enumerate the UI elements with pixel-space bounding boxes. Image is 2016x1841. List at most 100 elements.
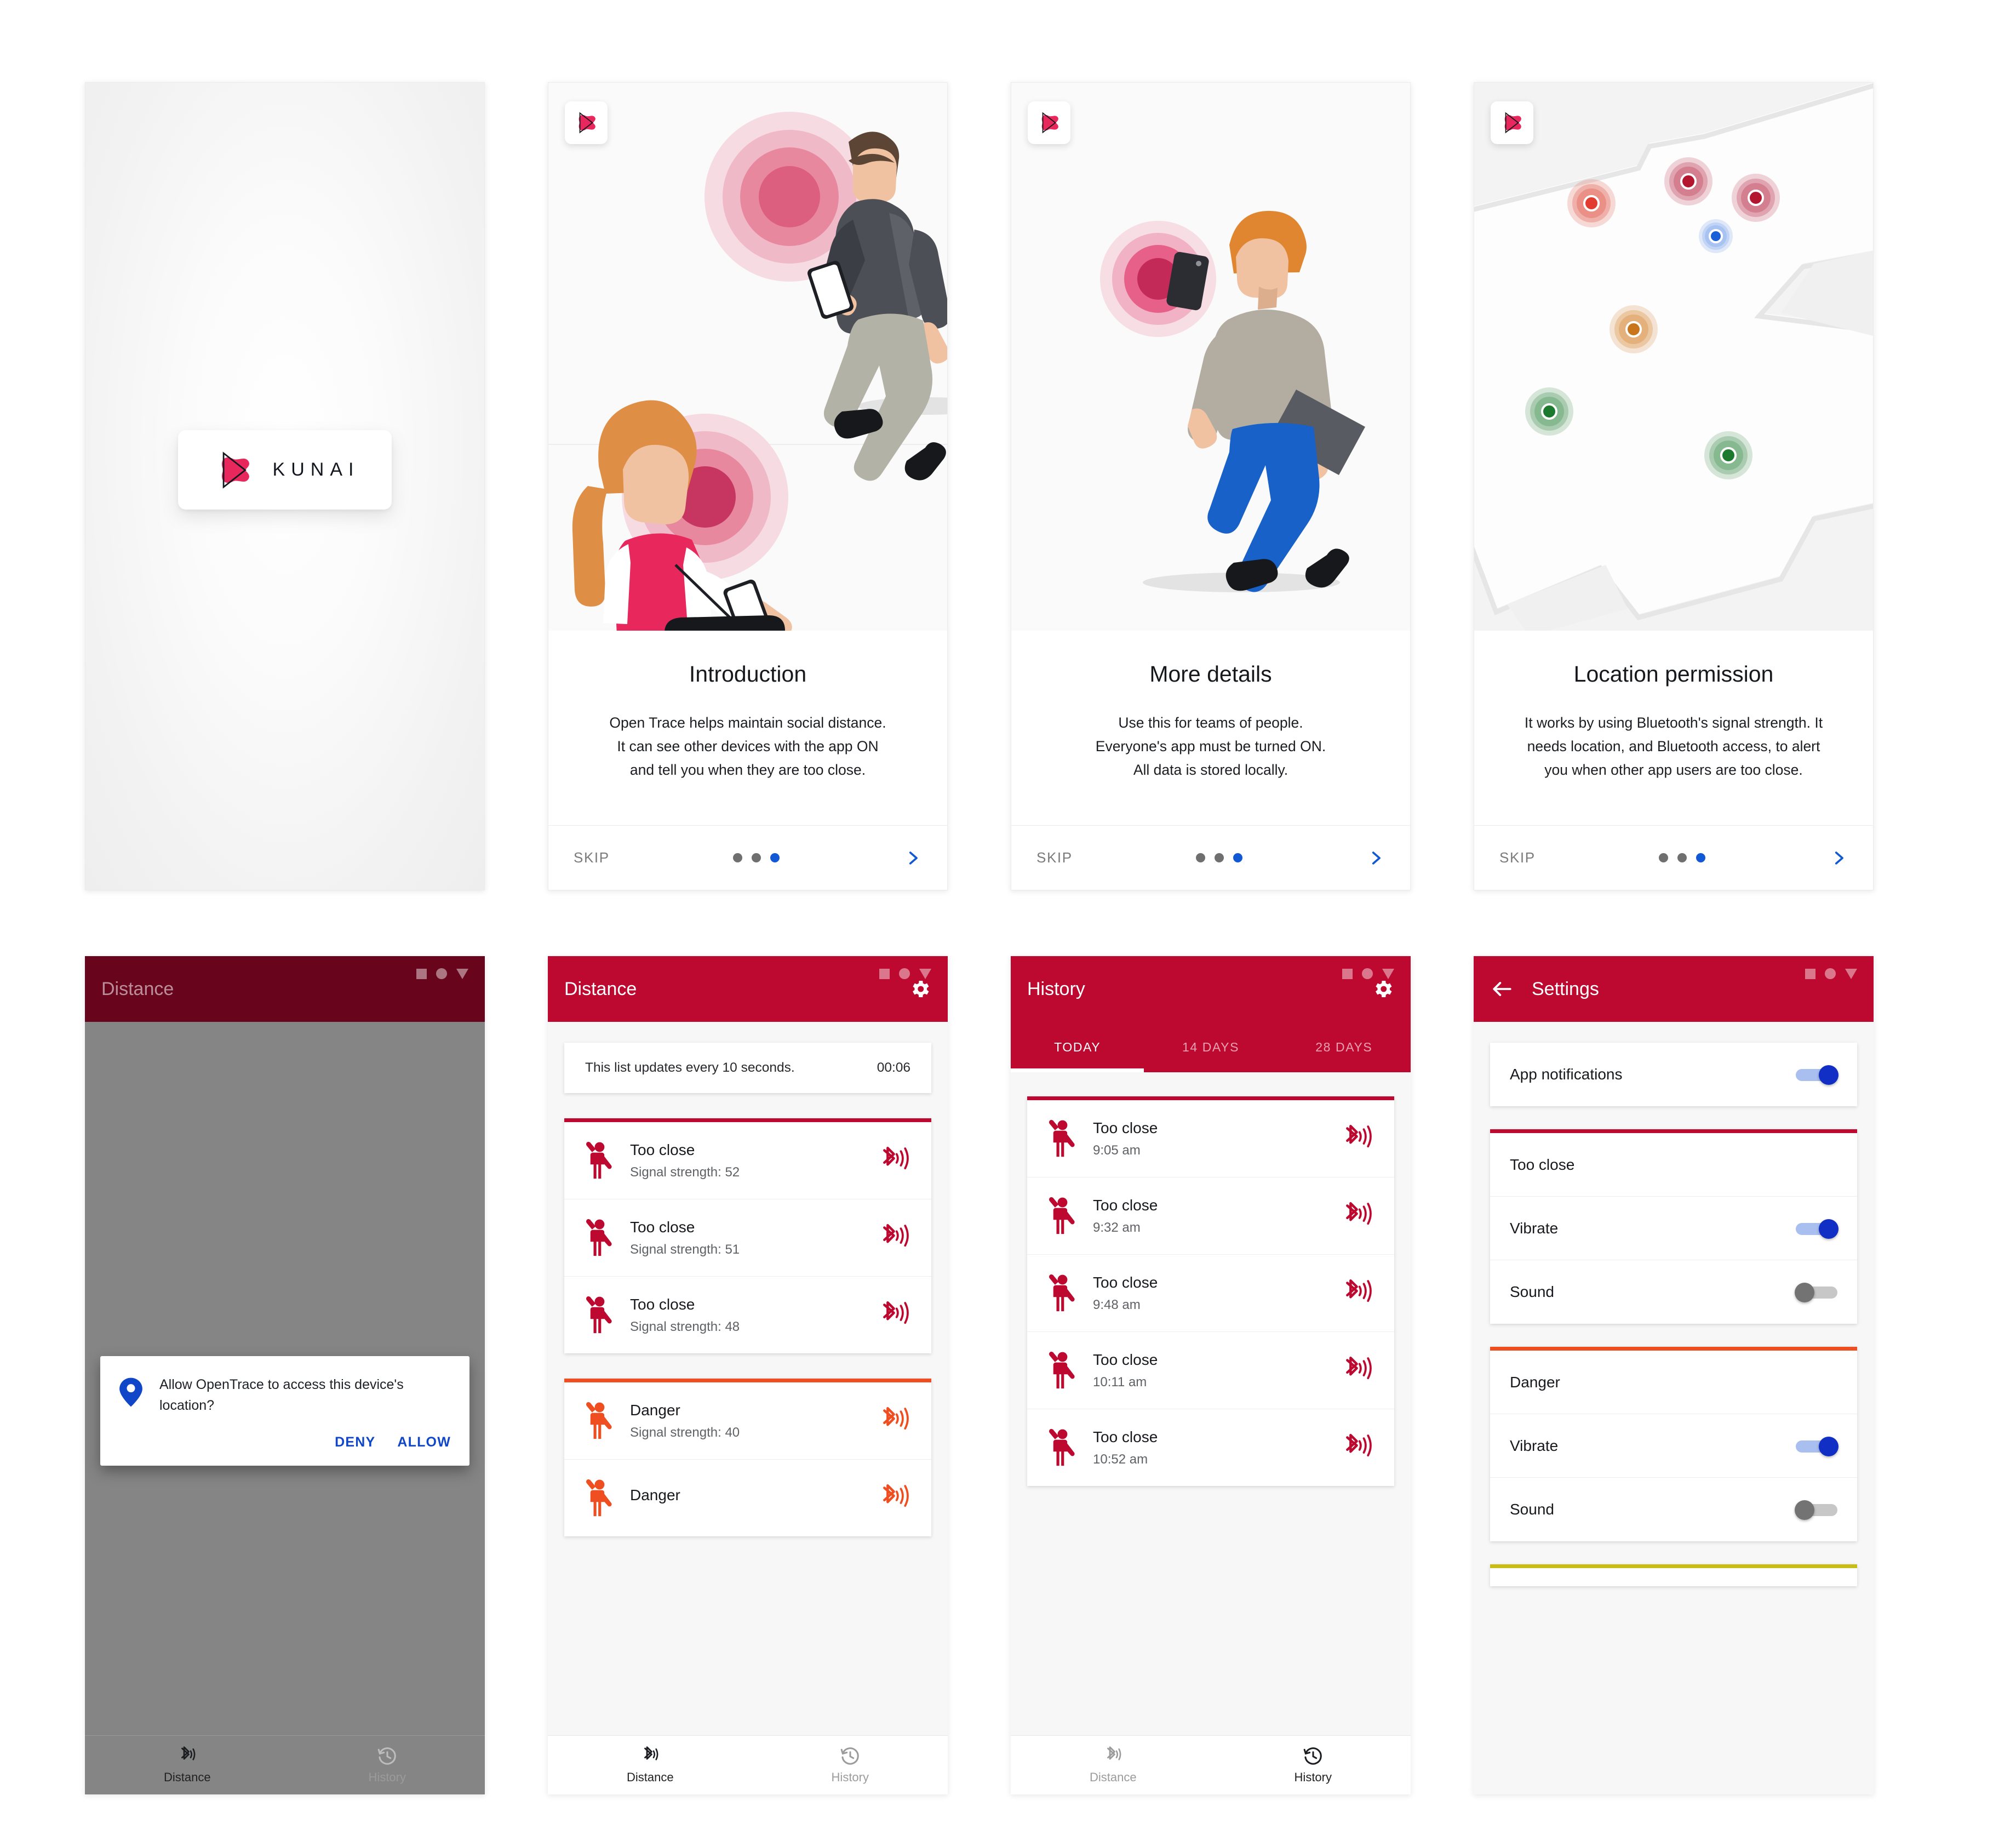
- bluetooth-signal-icon: [1342, 1200, 1376, 1231]
- page-dot[interactable]: [1677, 853, 1687, 862]
- app-bar: Settings: [1474, 956, 1874, 1022]
- list-item-text: Danger: [630, 1486, 863, 1510]
- gear-icon[interactable]: [908, 977, 931, 1000]
- page-dot-active[interactable]: [1233, 853, 1243, 862]
- skip-button[interactable]: SKIP: [574, 849, 610, 866]
- app-bar-dimmed: Distance: [85, 956, 485, 1022]
- page-title: More details: [1149, 661, 1272, 687]
- status-square-icon: [1342, 968, 1353, 979]
- setting-label: Sound: [1510, 1283, 1554, 1300]
- illustration-person-with-phone: [1011, 83, 1410, 631]
- banner-text: This list updates every 10 seconds.: [585, 1060, 795, 1075]
- page-indicator: [1659, 853, 1706, 862]
- page-dot-active[interactable]: [1696, 853, 1706, 862]
- list-item[interactable]: Too close Signal strength: 52: [564, 1122, 931, 1199]
- setting-row-vibrate[interactable]: Vibrate: [1490, 1197, 1857, 1260]
- list-item-time: 9:05 am: [1093, 1142, 1141, 1158]
- marker-core: [1748, 190, 1765, 206]
- location-pin-icon: [119, 1377, 143, 1408]
- settings-group-header: Too close: [1490, 1133, 1857, 1197]
- setting-row-app-notifications[interactable]: App notifications: [1490, 1043, 1857, 1106]
- bottom-navigation: Distance History: [548, 1735, 948, 1794]
- list-item-text: Too close 10:52 am: [1093, 1428, 1326, 1467]
- setting-row-sound[interactable]: Sound: [1490, 1260, 1857, 1324]
- onboarding-footer: SKIP: [1011, 825, 1410, 890]
- skip-button[interactable]: SKIP: [1499, 849, 1536, 866]
- page-title: History: [1027, 978, 1085, 999]
- body-line: needs location, and Bluetooth access, to…: [1527, 737, 1820, 754]
- app-bar-main: Distance: [548, 956, 948, 1022]
- map-illustration: [1474, 83, 1873, 631]
- chevron-right-icon[interactable]: [1829, 849, 1848, 867]
- skip-button[interactable]: SKIP: [1036, 849, 1073, 866]
- gear-icon[interactable]: [1371, 977, 1394, 1000]
- status-triangle-icon: [456, 968, 468, 979]
- setting-row-vibrate[interactable]: Vibrate: [1490, 1414, 1857, 1478]
- status-circle-icon: [436, 968, 447, 979]
- splash-screen: KUNAI: [85, 82, 485, 890]
- sound-toggle[interactable]: [1795, 1283, 1837, 1302]
- status-circle-icon: [899, 968, 910, 979]
- too-close-settings-card: Too close Vibrate Sound: [1490, 1129, 1857, 1324]
- chevron-right-icon[interactable]: [903, 849, 922, 867]
- page-dot[interactable]: [1659, 853, 1669, 862]
- bluetooth-signal-icon: [1342, 1355, 1376, 1386]
- list-item-title: Danger: [630, 1486, 680, 1503]
- page-dot-active[interactable]: [770, 853, 780, 862]
- onboarding-screen-introduction: Introduction Open Trace helps maintain s…: [548, 82, 948, 890]
- person-alert-icon: [1046, 1119, 1078, 1158]
- nav-item-history[interactable]: History: [832, 1746, 869, 1785]
- list-item[interactable]: Too close 9:05 am: [1027, 1100, 1394, 1177]
- nav-item-distance[interactable]: Distance: [164, 1746, 211, 1785]
- list-item[interactable]: Too close Signal strength: 51: [564, 1199, 931, 1277]
- bluetooth-signal-icon: [879, 1405, 913, 1436]
- group-accent-bar: [1027, 1096, 1394, 1100]
- list-item[interactable]: Danger Signal strength: 40: [564, 1382, 931, 1460]
- bluetooth-signal-icon: [1342, 1278, 1376, 1308]
- nav-label: Distance: [1089, 1770, 1137, 1784]
- tab-today[interactable]: TODAY: [1011, 1022, 1144, 1072]
- list-item-subtitle: Signal strength: 48: [630, 1319, 740, 1334]
- update-banner-card: This list updates every 10 seconds. 00:0…: [564, 1043, 931, 1093]
- onboarding-footer: SKIP: [1474, 825, 1873, 890]
- page-dot[interactable]: [1196, 853, 1206, 862]
- body-line: Open Trace helps maintain social distanc…: [609, 714, 886, 731]
- allow-button[interactable]: ALLOW: [397, 1434, 451, 1450]
- page-dot[interactable]: [733, 853, 743, 862]
- page-dot[interactable]: [1215, 853, 1224, 862]
- list-item[interactable]: Too close Signal strength: 48: [564, 1277, 931, 1353]
- tab-28-days[interactable]: 28 DAYS: [1278, 1022, 1411, 1072]
- list-item[interactable]: Too close 9:48 am: [1027, 1255, 1394, 1332]
- bluetooth-signal-icon: [879, 1145, 913, 1176]
- tab-14-days[interactable]: 14 DAYS: [1144, 1022, 1277, 1072]
- nav-item-distance[interactable]: Distance: [627, 1746, 674, 1785]
- permission-dialog: Allow OpenTrace to access this device's …: [100, 1356, 469, 1466]
- vibrate-toggle[interactable]: [1796, 1219, 1839, 1239]
- chevron-right-icon[interactable]: [1366, 849, 1385, 867]
- list-item-subtitle: Signal strength: 52: [630, 1164, 740, 1180]
- list-item[interactable]: Danger: [564, 1460, 931, 1536]
- list-item[interactable]: Too close 10:11 am: [1027, 1332, 1394, 1409]
- status-square-icon: [1805, 968, 1815, 979]
- app-notifications-toggle[interactable]: [1796, 1065, 1839, 1085]
- setting-row-sound[interactable]: Sound: [1490, 1478, 1857, 1541]
- arrow-back-icon[interactable]: [1490, 977, 1514, 1001]
- vibrate-toggle[interactable]: [1796, 1436, 1839, 1456]
- list-item[interactable]: Too close 10:52 am: [1027, 1409, 1394, 1486]
- marker-core: [1583, 195, 1600, 211]
- nav-label: History: [1294, 1770, 1332, 1784]
- bluetooth-signal-icon: [640, 1746, 661, 1766]
- deny-button[interactable]: DENY: [335, 1434, 375, 1450]
- body-line: It can see other devices with the app ON: [617, 737, 879, 754]
- group-title: Too close: [1510, 1156, 1575, 1173]
- nav-item-distance[interactable]: Distance: [1090, 1746, 1137, 1785]
- nav-item-history[interactable]: History: [1295, 1746, 1332, 1785]
- body-line: It works by using Bluetooth's signal str…: [1524, 714, 1823, 731]
- nav-item-history[interactable]: History: [369, 1746, 406, 1785]
- sound-toggle[interactable]: [1795, 1500, 1837, 1520]
- kunai-logo-icon: [210, 447, 257, 494]
- list-item[interactable]: Too close 9:32 am: [1027, 1177, 1394, 1255]
- bluetooth-signal-icon: [1342, 1432, 1376, 1463]
- page-dot[interactable]: [752, 853, 761, 862]
- list-item-text: Too close 9:48 am: [1093, 1274, 1326, 1313]
